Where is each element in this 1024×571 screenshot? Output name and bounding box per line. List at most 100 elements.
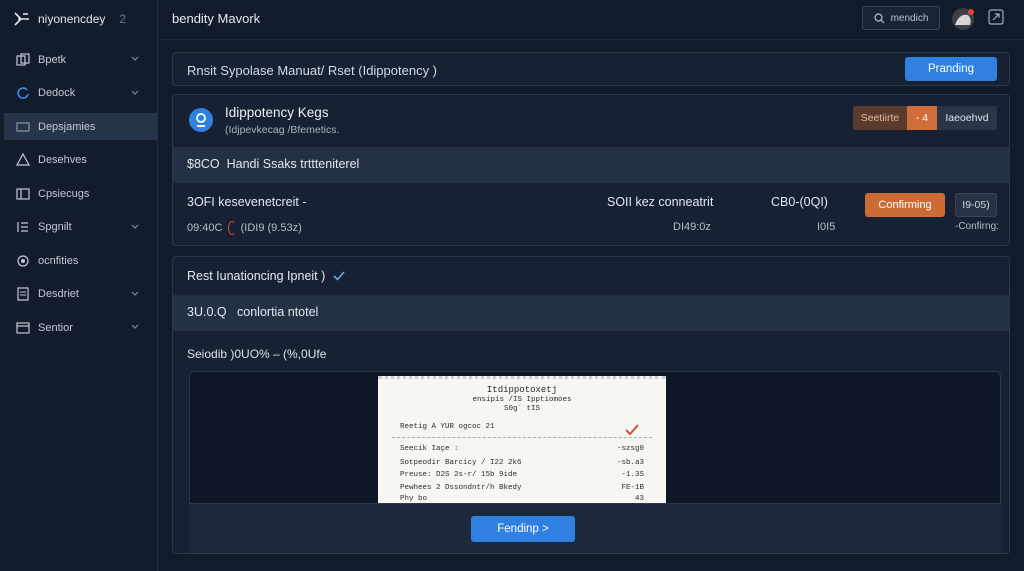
receipt-subtitle: ensipis /IS Ipptiomoes <box>472 396 572 404</box>
check-icon <box>333 271 345 281</box>
chevron-down-icon <box>131 324 139 329</box>
sidebar-item-desehves[interactable]: Desehves <box>4 147 157 174</box>
section-title: conlortia ntotel <box>237 305 319 319</box>
breadcrumb[interactable]: Rnsit Sypolase Manuat/ Rset (Idippotency… <box>187 63 437 78</box>
settings-icon <box>16 254 30 268</box>
grid-icon <box>16 187 30 201</box>
chevron-down-icon <box>131 90 139 95</box>
sidebar-item-label: Desehves <box>38 154 87 166</box>
result-footer: Fendinp > <box>189 503 1001 553</box>
sidebar-item-label: Spgnilt <box>38 221 72 233</box>
document-icon <box>16 287 30 301</box>
sidebar-item-spgnilt[interactable]: Spgnilt <box>4 214 157 241</box>
page-title: bendity Mavork <box>172 11 261 26</box>
check-icon <box>625 424 639 436</box>
receipt-row-value: FE-1B <box>621 484 644 492</box>
receipt-subtitle: S0g´ tIS <box>503 405 540 413</box>
sidebar-item-desdriet[interactable]: Desdriet <box>4 281 157 308</box>
chevron-down-icon <box>131 224 139 229</box>
section-header-text: $8CO Handi Ssaks trttteniterel <box>187 157 359 171</box>
section-header: $8CO Handi Ssaks trttteniterel <box>173 147 1009 183</box>
segment-option[interactable]: Seetiirte <box>853 106 907 130</box>
receipt-row-label: Seecik Iaçe : <box>400 445 459 453</box>
search-label: mendich <box>890 12 929 24</box>
receipt-preview: Itdippotoxetj ensipis /IS Ipptiomoes S0g… <box>189 371 1001 503</box>
app-badge: 2 <box>119 12 127 26</box>
receipt-row: Pewhees 2 Dssondntr/h Bkedy FE-1B <box>400 484 644 492</box>
circle-arrow-icon <box>16 86 30 100</box>
key-timestamp: 09:40C (IDI9 (9.53z) <box>187 221 302 235</box>
calendar-icon <box>16 321 30 335</box>
key-status: -Confirng: <box>955 221 999 232</box>
receipt-row: Preuse: D2S 2s-r/ 15b 9ide -1.3S <box>400 471 644 479</box>
list-icon <box>16 220 30 234</box>
key-name: 3OFI kesevenetcreit - <box>187 195 307 209</box>
section-header-text: 3U.0.Q conlortia ntotel <box>187 305 318 319</box>
receipt-header-row: Reetig A YUR ogcoc 21 <box>400 423 495 431</box>
panel-title: Idippotency Kegs <box>225 105 329 120</box>
receipt-row-label: Preuse: D2S 2s-r/ 15b 9ide <box>400 471 518 479</box>
search-icon <box>873 12 885 23</box>
receipt: Itdippotoxetj ensipis /IS Ipptiomoes S0g… <box>378 376 666 503</box>
alert-icon <box>16 153 30 167</box>
sidebar-item-label: Bpetk <box>38 53 67 66</box>
sidebar: niyonencdey 2 Bpetk Dedock Depsjamies De… <box>0 0 158 571</box>
receipt-row: Sotpeodir Barcicy / I22 2k6 -sb.a3 <box>400 459 644 467</box>
section-title: Handi Ssaks trttteniterel <box>226 157 360 171</box>
key-code: CB0-(0QI) <box>771 195 828 209</box>
receipt-row-value: 43 <box>634 495 644 503</box>
confirming-button[interactable]: Confirming <box>865 193 945 217</box>
timestamp-text: 09:40C <box>187 221 223 234</box>
key-icon <box>189 108 213 132</box>
summary-line: Seiodib )0UO% – (%,0Ufe <box>187 347 327 361</box>
sidebar-item-label: Depsjamies <box>38 120 96 133</box>
search-button[interactable]: mendich <box>862 6 940 30</box>
app-name: niyonencdey <box>38 12 106 26</box>
key-connection: SOII kez conneatrit <box>607 195 714 209</box>
key-duration: DI49:0z <box>673 221 711 233</box>
receipt-row-value: -szsg0 <box>616 445 644 453</box>
sidebar-item-depsjamies[interactable]: Depsjamies <box>4 113 157 140</box>
segment-option[interactable]: - 4 <box>907 106 937 130</box>
pending-button[interactable]: Pranding <box>905 57 997 81</box>
logo-icon <box>14 12 29 26</box>
chevron-down-icon <box>131 56 139 61</box>
section-code: $8CO <box>187 157 220 171</box>
key-count: I0I5 <box>817 221 836 233</box>
folder-icon <box>16 120 30 134</box>
sidebar-item-label: Sentior <box>38 321 73 334</box>
sidebar-item-dedock[interactable]: Dedock <box>4 80 157 107</box>
sidebar-item-cpsiecugs[interactable]: Cpsiecugs <box>4 180 157 207</box>
receipt-row: Seecik Iaçe : -szsg0 <box>400 445 644 453</box>
sidebar-item-label: Cpsiecugs <box>38 187 90 200</box>
expand-icon[interactable] <box>988 9 1004 25</box>
section-code: 3U.0.Q <box>187 305 227 319</box>
receipt-row-label: Phy bo <box>400 495 428 503</box>
breadcrumb-bar: Rnsit Sypolase Manuat/ Rset (Idippotency… <box>172 52 1010 86</box>
receipt-row-label: Pewhees 2 Dssondntr/h Bkedy <box>400 484 522 492</box>
idempotency-key-panel: Idippotency Kegs (Idjpevkecag /Bfemetics… <box>172 94 1010 246</box>
chevron-down-icon <box>131 291 139 296</box>
receipt-title: Itdippotoxetj <box>486 385 558 395</box>
result-panel: Rest Iunationcing Ipneit ) 3U.0.Q conlor… <box>172 256 1010 554</box>
receipt-divider <box>392 437 652 438</box>
sidebar-nav: Bpetk Dedock Depsjamies Desehves Cpsiecu… <box>4 46 157 348</box>
receipt-row-value: -1.3S <box>621 471 644 479</box>
segment-option[interactable]: Iaeoehvd <box>937 106 997 130</box>
sidebar-item-label: ocnfities <box>38 254 79 267</box>
receipt-row-label: Sotpeodir Barcicy / I22 2k6 <box>400 459 522 467</box>
receipt-row: Phy bo 43 <box>400 495 644 503</box>
section-header: 3U.0.Q conlortia ntotel <box>173 295 1009 331</box>
sidebar-item-label: Dedock <box>38 87 76 99</box>
brand[interactable]: niyonencdey 2 <box>14 10 126 28</box>
avatar[interactable] <box>950 7 976 31</box>
sidebar-item-bpetk[interactable]: Bpetk <box>4 46 157 73</box>
sidebar-item-sentior[interactable]: Sentior <box>4 314 157 341</box>
layers-icon <box>16 52 30 67</box>
secondary-button[interactable]: I9-05) <box>955 193 997 217</box>
sidebar-item-ocnfities[interactable]: ocnfities <box>4 247 157 274</box>
pending-next-button[interactable]: Fendinp > <box>471 516 575 542</box>
segmented-control: Seetiirte - 4 Iaeoehvd <box>853 106 997 130</box>
top-bar: bendity Mavork mendich <box>158 0 1024 40</box>
status-indicator-icon <box>227 221 236 235</box>
